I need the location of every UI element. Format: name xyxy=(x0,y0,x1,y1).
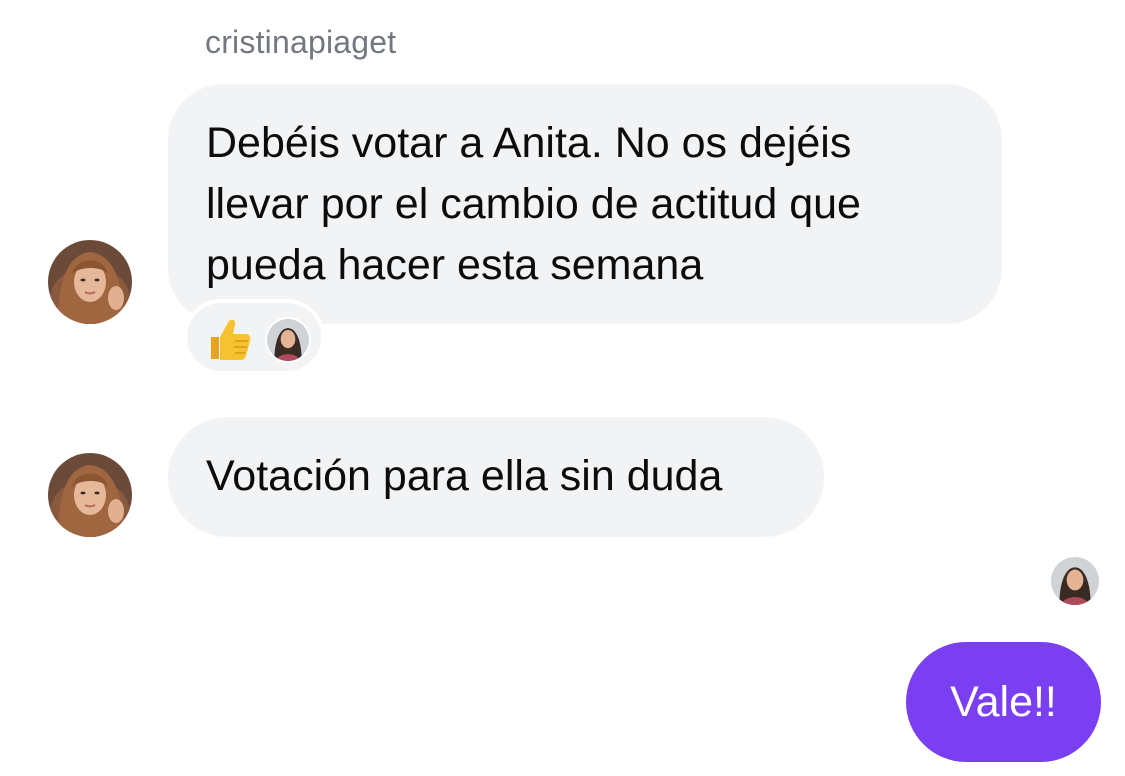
message-text-line: Debéis votar a Anita. No os dejéis xyxy=(206,119,852,167)
message-text-line: llevar por el cambio de actitud que xyxy=(206,180,861,228)
message-bubble-outgoing[interactable]: Vale!! xyxy=(906,642,1101,762)
reactor-avatar[interactable] xyxy=(265,317,311,363)
sender-avatar[interactable] xyxy=(48,453,132,537)
reaction-bar[interactable] xyxy=(183,299,325,375)
avatar-photo xyxy=(267,319,309,361)
message-bubble-incoming[interactable]: Votación para ella sin duda xyxy=(168,417,824,537)
chat-thread: cristinapiaget Debéis votar a Anita. No … xyxy=(0,0,1125,776)
avatar-photo xyxy=(48,240,132,324)
sender-avatar[interactable] xyxy=(48,240,132,324)
seen-by-avatar xyxy=(1049,555,1101,607)
message-text-line: pueda hacer esta semana xyxy=(206,241,704,289)
avatar-photo xyxy=(48,453,132,537)
sender-username[interactable]: cristinapiaget xyxy=(205,24,396,61)
thumbs-up-icon xyxy=(211,319,251,360)
avatar-photo xyxy=(1051,557,1099,605)
message-bubble-incoming[interactable]: Debéis votar a Anita. No os dejéis lleva… xyxy=(168,84,1002,324)
